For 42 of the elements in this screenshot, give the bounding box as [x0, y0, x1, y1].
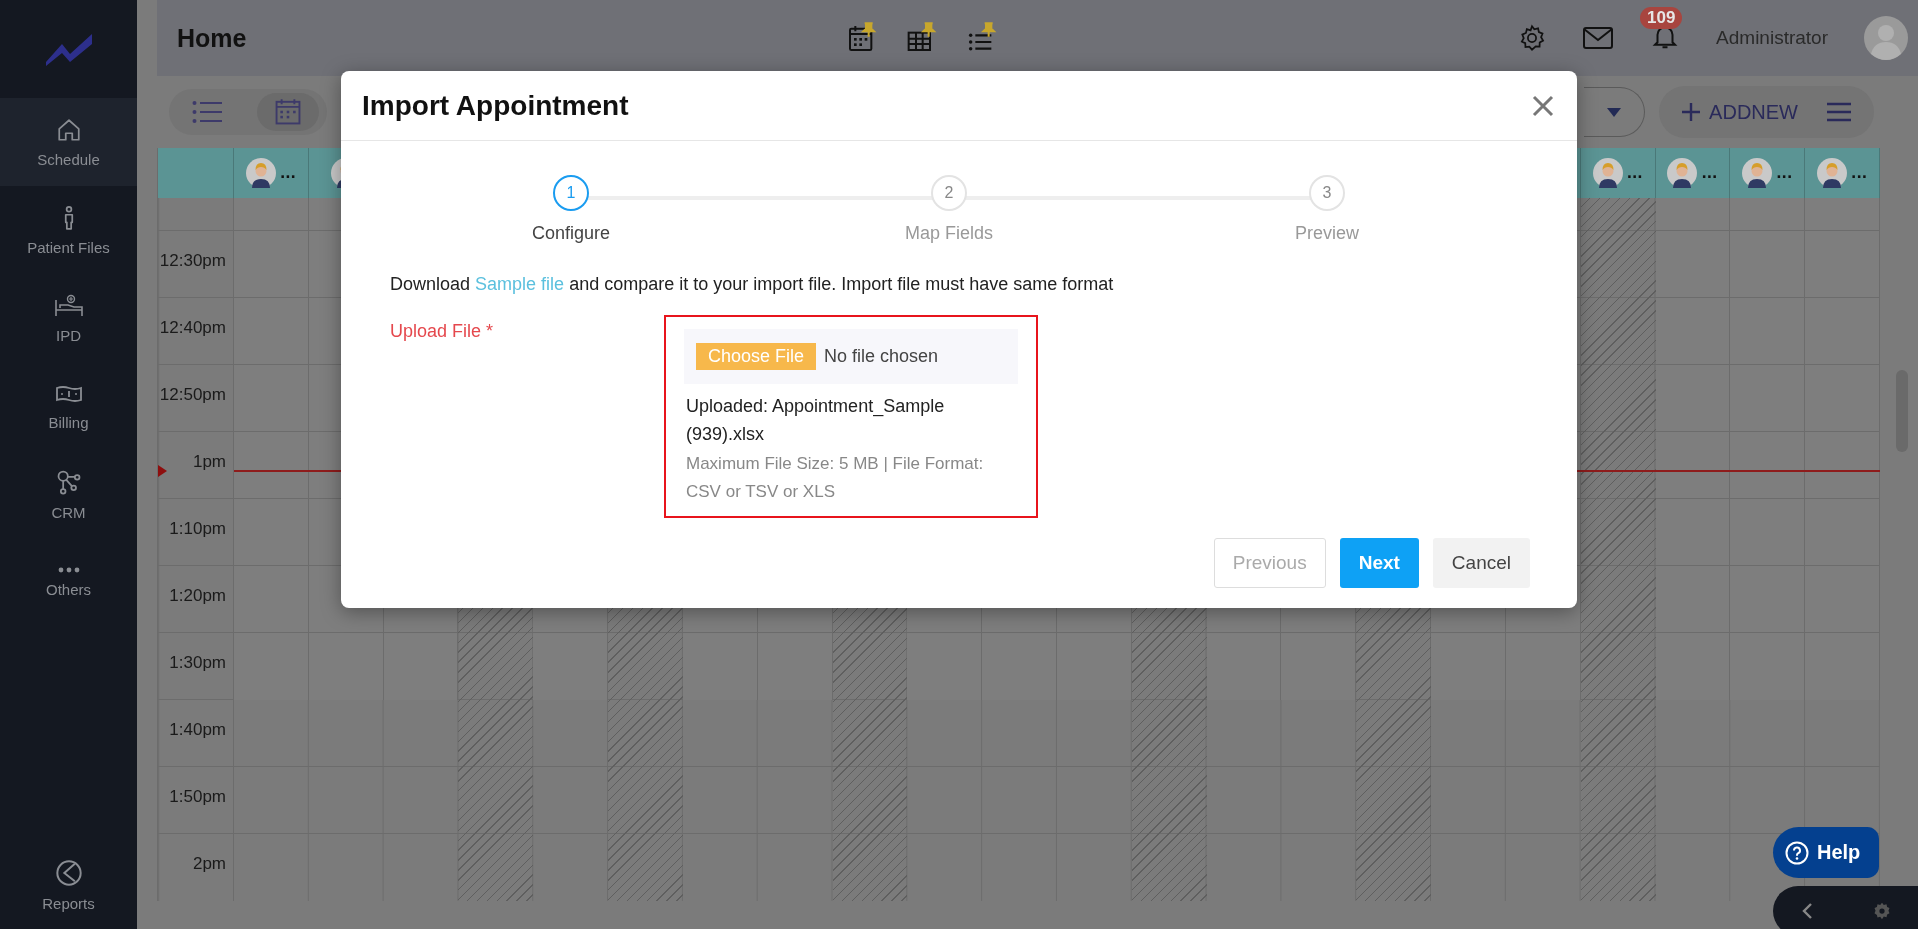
file-status: No file chosen: [824, 346, 939, 367]
sidebar-item[interactable]: CRM: [0, 450, 137, 538]
time-label: 1:30pm: [169, 653, 226, 673]
file-hint: Maximum File Size: 5 MB | File Format: CSV or TSV or XLS: [686, 453, 985, 503]
next-button[interactable]: Next: [1339, 538, 1419, 588]
sidebar-item[interactable]: Others: [0, 538, 137, 626]
more-text[interactable]: ...: [1701, 165, 1718, 181]
dialog-title: Import Appointment: [362, 89, 629, 122]
time-label: 1:40pm: [169, 720, 226, 740]
sidebar-item[interactable]: Billing: [0, 362, 137, 450]
time-label: 12:50pm: [159, 385, 226, 405]
step-label: Preview: [1295, 223, 1359, 244]
time-label: 12:40pm: [159, 318, 226, 338]
step-label: Map Fields: [905, 223, 993, 244]
time-label: 1:50pm: [169, 787, 226, 807]
instructions-text: Download Sample file and compare it to your import file. Import file must have same format: [390, 274, 1115, 295]
more-text[interactable]: ...: [1851, 165, 1868, 181]
help-button[interactable]: Help: [1773, 827, 1879, 878]
upload-file-label: Upload File *: [390, 320, 495, 343]
sidebar-item[interactable]: IPD: [0, 274, 137, 362]
more-text[interactable]: ...: [1776, 165, 1793, 181]
more-text[interactable]: ...: [279, 165, 296, 181]
sidebar-item[interactable]: Reports: [0, 841, 137, 929]
add-new-button[interactable]: ADDNEW: [1681, 100, 1798, 124]
time-label: 12:30pm: [159, 251, 226, 271]
step-number[interactable]: 3: [1309, 175, 1345, 211]
step-number[interactable]: 2: [931, 175, 967, 211]
more-text[interactable]: ...: [1626, 165, 1643, 181]
sidebar-item[interactable]: Schedule: [0, 98, 137, 186]
time-label: 1:20pm: [169, 586, 226, 606]
step-number[interactable]: 1: [553, 175, 589, 211]
file-input[interactable]: Choose File No file chosen: [684, 329, 1018, 384]
time-label: 1:10pm: [169, 519, 226, 539]
cancel-button[interactable]: Cancel: [1432, 538, 1530, 588]
user-name[interactable]: Administrator: [1716, 27, 1828, 49]
step-label: Configure: [531, 223, 610, 244]
page-title: Home: [177, 23, 247, 53]
time-label: 1pm: [192, 452, 226, 472]
time-label: 2pm: [192, 854, 226, 874]
uploaded-file-text: Uploaded: Appointment_Sample (939).xlsx: [686, 395, 946, 446]
notification-badge: 109: [1640, 7, 1683, 29]
sidebar-item[interactable]: Patient Files: [0, 186, 137, 274]
